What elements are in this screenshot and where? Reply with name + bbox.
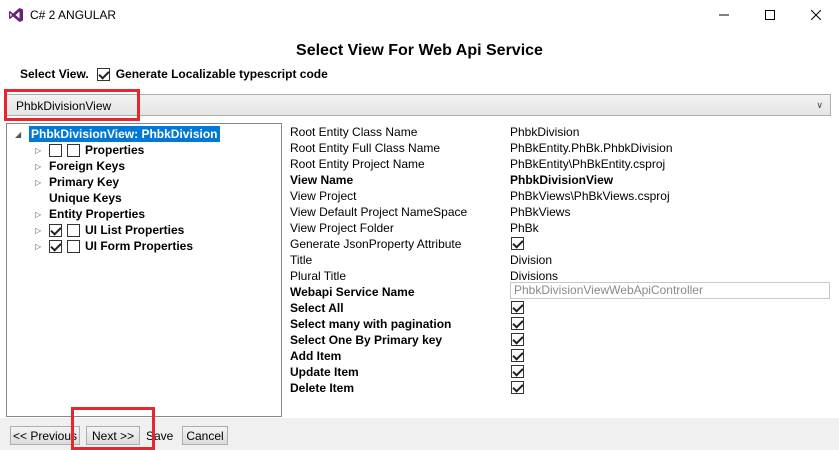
localizable-label: Generate Localizable typescript code xyxy=(115,67,328,81)
property-label: Select One By Primary key xyxy=(290,333,443,347)
minimize-button[interactable] xyxy=(701,0,747,30)
property-value: PhbkDivision xyxy=(510,125,580,139)
property-label: Add Item xyxy=(290,349,342,363)
tree-root-node[interactable]: ◢ PhbkDivisionView: PhbkDivision xyxy=(15,126,220,142)
previous-button[interactable]: << Previous xyxy=(10,426,80,445)
select-view-row: Select View. Generate Localizable typesc… xyxy=(20,66,328,82)
tree-root-label[interactable]: PhbkDivisionView: PhbkDivision xyxy=(29,126,220,142)
property-row: Title Division xyxy=(290,252,835,268)
title-bar: C# 2 ANGULAR xyxy=(0,0,839,30)
tree-node-label[interactable]: Foreign Keys xyxy=(49,159,125,173)
page-title: Select View For Web Api Service xyxy=(296,42,543,59)
maximize-icon xyxy=(765,10,775,20)
tree-node[interactable]: ▷ Foreign Keys xyxy=(35,158,125,174)
visual-studio-icon xyxy=(8,7,24,23)
property-checkbox[interactable] xyxy=(511,381,524,394)
property-row: Generate JsonProperty Attribute xyxy=(290,236,835,252)
webapi-service-name-field[interactable]: PhbkDivisionViewWebApiController xyxy=(510,282,830,299)
property-row: View Name PhbkDivisionView xyxy=(290,172,835,188)
expand-triangle-icon[interactable]: ▷ xyxy=(35,242,45,251)
property-value: PhBk xyxy=(510,221,539,235)
select-view-label: Select View. xyxy=(20,67,89,81)
localizable-checkbox[interactable] xyxy=(96,67,110,81)
expand-triangle-icon[interactable]: ▷ xyxy=(35,146,45,155)
tree-node-label[interactable]: Entity Properties xyxy=(49,207,145,221)
property-row: View Default Project NameSpace PhBkViews xyxy=(290,204,835,220)
property-checkbox[interactable] xyxy=(511,317,524,330)
property-label: Generate JsonProperty Attribute xyxy=(290,237,462,251)
property-checkbox[interactable] xyxy=(511,365,524,378)
property-checkbox[interactable] xyxy=(511,333,524,346)
property-checkbox[interactable] xyxy=(511,349,524,362)
property-value: Divisions xyxy=(510,269,559,283)
window-title: C# 2 ANGULAR xyxy=(30,8,117,22)
tree-node-checkbox[interactable] xyxy=(67,223,80,237)
property-value: PhBkViews\PhBkViews.csproj xyxy=(510,189,670,203)
expand-triangle-icon[interactable]: ▷ xyxy=(35,178,45,187)
property-row: Root Entity Project Name PhBkEntity\PhBkE… xyxy=(290,156,835,172)
property-row: Add Item xyxy=(290,348,835,364)
minimize-icon xyxy=(719,14,729,16)
property-label: Plural Title xyxy=(290,269,347,283)
property-value: Division xyxy=(510,253,553,267)
tree-node[interactable]: Unique Keys xyxy=(35,190,122,206)
tree-node-checkbox[interactable] xyxy=(49,239,62,253)
chevron-down-icon[interactable]: ∨ xyxy=(816,100,823,111)
cancel-button[interactable]: Cancel xyxy=(182,426,228,445)
tree-node-checkbox[interactable] xyxy=(49,223,62,237)
expand-triangle-icon[interactable]: ▷ xyxy=(35,162,45,171)
property-label: View Name xyxy=(290,173,354,187)
tree-node-checkbox[interactable] xyxy=(67,239,80,253)
property-checkbox[interactable] xyxy=(511,237,524,250)
property-row: View Project PhBkViews\PhBkViews.csproj xyxy=(290,188,835,204)
tree-node-label[interactable]: UI List Properties xyxy=(85,223,184,237)
property-label: Delete Item xyxy=(290,381,355,395)
view-tree[interactable]: ◢ PhbkDivisionView: PhbkDivision ▷ Proper… xyxy=(6,123,282,417)
property-value: PhBkEntity\PhBkEntity.csproj xyxy=(510,157,666,171)
property-label: Select All xyxy=(290,301,344,315)
tree-node[interactable]: ▷ UI List Properties xyxy=(35,222,184,238)
property-row: Root Entity Class Name PhbkDivision xyxy=(290,124,835,140)
property-label: Webapi Service Name xyxy=(290,285,415,299)
close-button[interactable] xyxy=(793,0,839,30)
property-value: PhbkDivisionView xyxy=(510,173,614,187)
property-label: View Project xyxy=(290,189,357,203)
property-row: Select many with pagination xyxy=(290,316,835,332)
highlight-box-view-select xyxy=(4,89,140,121)
property-label: Update Item xyxy=(290,365,359,379)
tree-node-checkbox[interactable] xyxy=(67,143,80,157)
highlight-box-next xyxy=(71,407,155,450)
property-row: Root Entity Full Class Name PhBkEntity.Ph… xyxy=(290,140,835,156)
property-row: Select All xyxy=(290,300,835,316)
property-label: Root Entity Project Name xyxy=(290,157,425,171)
close-icon xyxy=(811,10,821,20)
property-label: Root Entity Full Class Name xyxy=(290,141,441,155)
tree-node-checkbox[interactable] xyxy=(49,143,62,157)
expand-triangle-icon[interactable]: ▷ xyxy=(35,226,45,235)
property-row: Select One By Primary key xyxy=(290,332,835,348)
tree-node-label[interactable]: Primary Key xyxy=(49,175,119,189)
tree-node[interactable]: ▷ Entity Properties xyxy=(35,206,145,222)
property-row: Delete Item xyxy=(290,380,835,396)
property-row: Webapi Service Name PhbkDivisionViewWebAp… xyxy=(290,282,835,300)
property-row: View Project Folder PhBk xyxy=(290,220,835,236)
property-label: Select many with pagination xyxy=(290,317,452,331)
property-row: Update Item xyxy=(290,364,835,380)
property-label: Title xyxy=(290,253,313,267)
maximize-button[interactable] xyxy=(747,0,793,30)
property-value: PhBkEntity.PhBk.PhbkDivision xyxy=(510,141,673,155)
property-checkbox[interactable] xyxy=(511,301,524,314)
property-label: View Default Project NameSpace xyxy=(290,205,468,219)
tree-node[interactable]: ▷ Primary Key xyxy=(35,174,119,190)
collapse-triangle-icon[interactable]: ◢ xyxy=(15,130,25,139)
property-value: PhBkViews xyxy=(510,205,571,219)
tree-node-label[interactable]: UI Form Properties xyxy=(85,239,193,253)
tree-node[interactable]: ▷ Properties xyxy=(35,142,144,158)
expand-triangle-icon[interactable]: ▷ xyxy=(35,210,45,219)
property-label: View Project Folder xyxy=(290,221,394,235)
tree-node-label[interactable]: Unique Keys xyxy=(49,191,122,205)
property-label: Root Entity Class Name xyxy=(290,125,418,139)
tree-node[interactable]: ▷ UI Form Properties xyxy=(35,238,193,254)
tree-node-label[interactable]: Properties xyxy=(85,143,144,157)
